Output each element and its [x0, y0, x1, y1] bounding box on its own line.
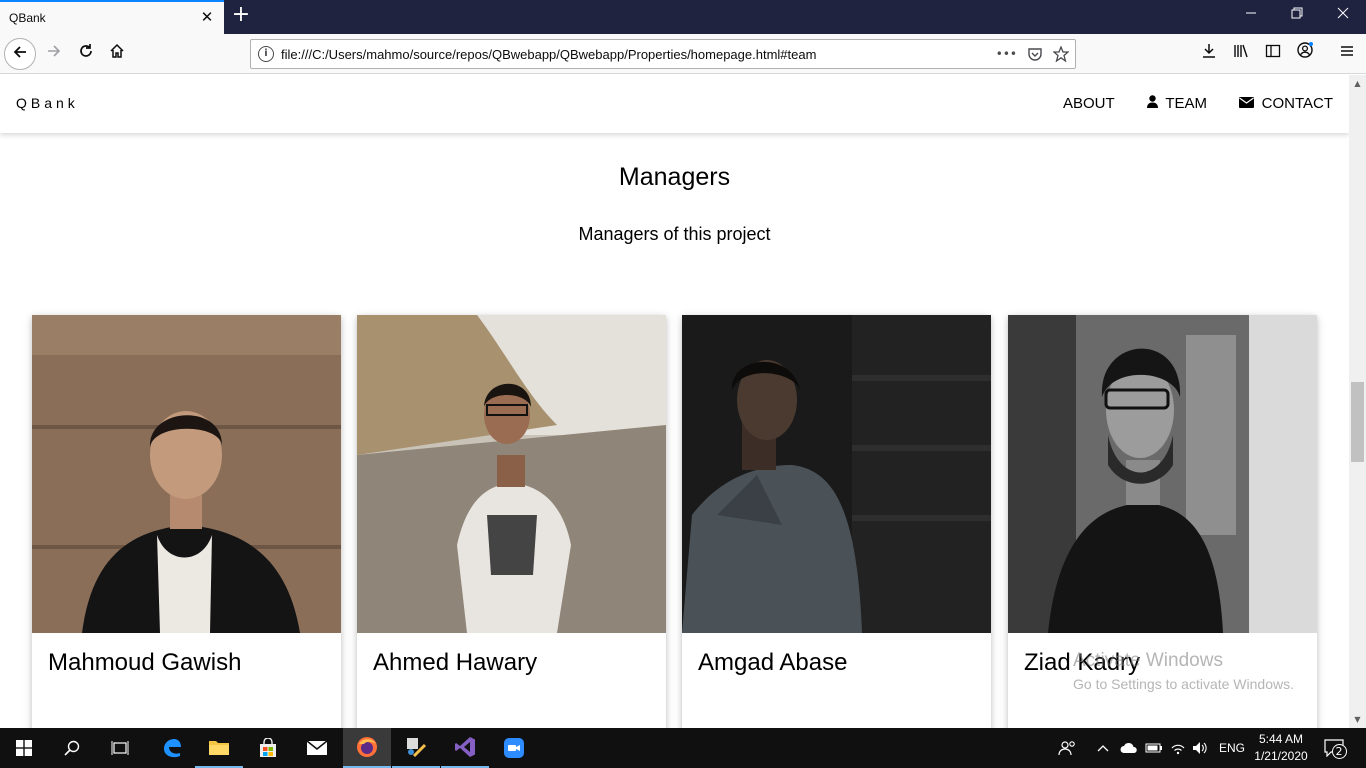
- member-photo: [32, 315, 341, 633]
- nav-team-link[interactable]: TEAM: [1131, 75, 1223, 133]
- firefox-icon[interactable]: [343, 728, 391, 768]
- downloads-icon[interactable]: [1193, 38, 1225, 70]
- nav-about-link[interactable]: ABOUT: [1047, 75, 1131, 133]
- member-name: Amgad Abase: [698, 649, 848, 676]
- account-icon[interactable]: [1289, 38, 1321, 70]
- member-photo: [682, 315, 991, 633]
- watermark-subtitle: Go to Settings to activate Windows.: [1073, 676, 1294, 692]
- site-navbar: QBank ABOUT TEAM CONTACT: [0, 75, 1349, 133]
- close-window-icon[interactable]: [1320, 0, 1366, 32]
- nav-contact-label: CONTACT: [1261, 95, 1333, 112]
- library-icon[interactable]: [1225, 38, 1257, 70]
- clock-date: 1/21/2020: [1254, 749, 1308, 763]
- activate-windows-watermark: Activate Windows Go to Settings to activ…: [1073, 650, 1294, 692]
- browser-toolbar: i file:///C:/Users/mahmo/source/repos/QB…: [0, 34, 1366, 74]
- task-view-icon[interactable]: [96, 728, 144, 768]
- windows-start-icon[interactable]: [0, 728, 48, 768]
- section-title: Managers: [618, 163, 731, 191]
- member-name: Mahmoud Gawish: [48, 649, 242, 676]
- section-subtitle: Managers of this project: [578, 224, 771, 244]
- page-scrollbar[interactable]: ▲ ▼: [1349, 75, 1366, 728]
- page-actions-icon[interactable]: •••: [996, 43, 1017, 65]
- envelope-icon: [1238, 96, 1258, 111]
- system-clock[interactable]: 5:44 AM 1/21/2020: [1252, 731, 1310, 765]
- address-bar[interactable]: i file:///C:/Users/mahmo/source/repos/QB…: [250, 39, 1076, 69]
- back-button[interactable]: [4, 38, 36, 70]
- team-card: Ahmed Hawary: [357, 315, 666, 728]
- user-icon: [1146, 95, 1162, 111]
- dev-tools-icon[interactable]: [392, 728, 440, 768]
- visual-studio-icon[interactable]: [441, 728, 489, 768]
- edge-browser-icon[interactable]: [148, 728, 196, 768]
- tab-title: QBank: [9, 11, 46, 25]
- volume-icon[interactable]: [1192, 728, 1208, 768]
- member-photo: [357, 315, 666, 633]
- notification-count: 2: [1331, 744, 1347, 759]
- zoom-icon[interactable]: [490, 728, 538, 768]
- watermark-title: Activate Windows: [1073, 650, 1223, 671]
- site-brand[interactable]: QBank: [16, 95, 79, 111]
- language-indicator[interactable]: ENG: [1219, 728, 1245, 768]
- site-nav-links: ABOUT TEAM CONTACT: [1047, 75, 1349, 133]
- clock-time: 5:44 AM: [1258, 732, 1304, 746]
- member-name: Ahmed Hawary: [373, 649, 538, 676]
- menu-icon[interactable]: [1331, 38, 1363, 70]
- info-icon[interactable]: i: [258, 46, 274, 62]
- member-photo: [1008, 315, 1317, 633]
- scroll-down-arrow-icon[interactable]: ▼: [1349, 711, 1366, 728]
- reload-button[interactable]: [70, 38, 102, 70]
- home-button[interactable]: [101, 38, 133, 70]
- nav-about-label: ABOUT: [1063, 95, 1115, 112]
- sidebar-icon[interactable]: [1257, 38, 1289, 70]
- browser-tab[interactable]: QBank ✕: [0, 0, 224, 34]
- battery-icon[interactable]: [1145, 728, 1163, 768]
- people-icon[interactable]: [1058, 728, 1078, 768]
- windows-taskbar: ENG 5:44 AM 1/21/2020 2: [0, 728, 1366, 768]
- wifi-icon[interactable]: [1170, 728, 1186, 768]
- nav-contact-link[interactable]: CONTACT: [1223, 75, 1349, 133]
- bookmark-star-icon[interactable]: [1052, 43, 1070, 65]
- mail-icon[interactable]: [293, 728, 341, 768]
- close-tab-icon[interactable]: ✕: [198, 7, 216, 27]
- scroll-up-arrow-icon[interactable]: ▲: [1349, 75, 1366, 92]
- scrollbar-thumb[interactable]: [1351, 382, 1364, 462]
- new-tab-button[interactable]: +: [229, 4, 253, 28]
- restore-icon[interactable]: [1274, 0, 1320, 32]
- team-card: Amgad Abase: [682, 315, 991, 728]
- pocket-icon[interactable]: [1027, 43, 1043, 65]
- page-viewport: QBank ABOUT TEAM CONTACT Managers Manage…: [0, 75, 1349, 728]
- team-card: Mahmoud Gawish: [32, 315, 341, 728]
- search-icon[interactable]: [48, 728, 96, 768]
- microsoft-store-icon[interactable]: [244, 728, 292, 768]
- forward-button[interactable]: [38, 38, 70, 70]
- chevron-up-icon[interactable]: [1097, 728, 1109, 768]
- minimize-icon[interactable]: [1228, 0, 1274, 32]
- nav-team-label: TEAM: [1165, 95, 1207, 112]
- onedrive-cloud-icon[interactable]: [1120, 728, 1138, 768]
- notification-center-icon[interactable]: 2: [1322, 736, 1347, 760]
- file-explorer-icon[interactable]: [195, 728, 243, 768]
- browser-tab-strip: QBank ✕ +: [0, 0, 1366, 34]
- url-text[interactable]: file:///C:/Users/mahmo/source/repos/QBwe…: [281, 47, 816, 62]
